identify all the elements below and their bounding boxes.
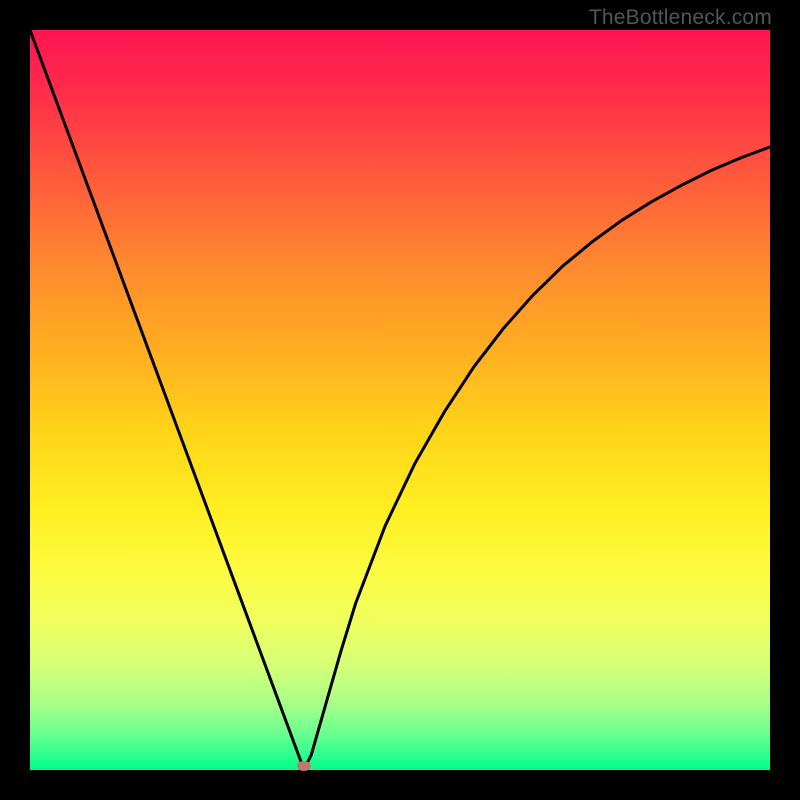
watermark-text: TheBottleneck.com <box>589 6 772 30</box>
chart-frame: TheBottleneck.com <box>0 0 800 800</box>
curve-minimum-marker <box>297 761 311 771</box>
plot-area <box>30 30 770 770</box>
bottleneck-curve <box>30 30 770 770</box>
